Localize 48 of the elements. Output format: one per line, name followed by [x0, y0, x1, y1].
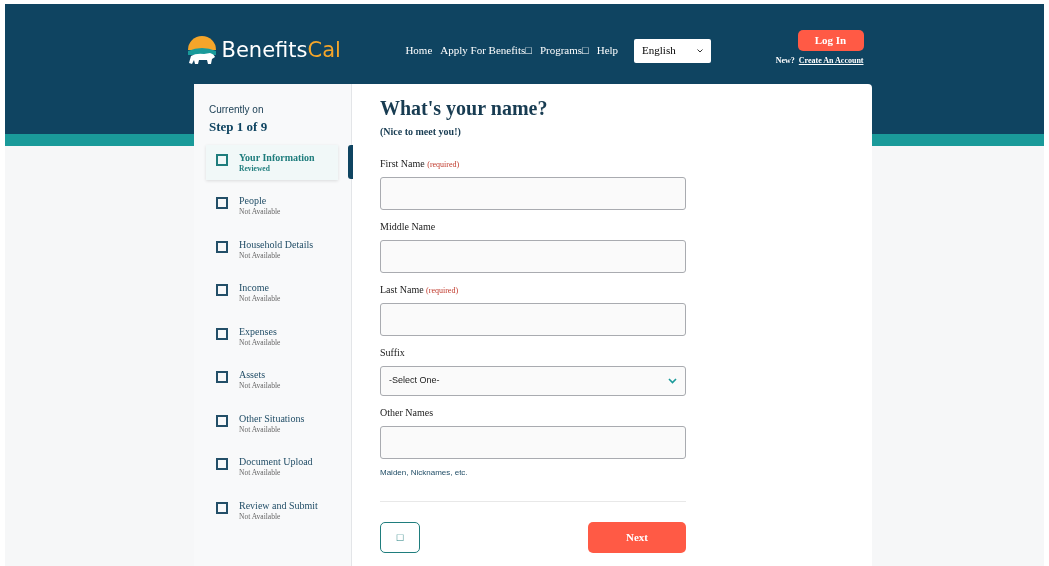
- checkbox-icon: [216, 371, 228, 383]
- input-field[interactable]: [380, 303, 686, 336]
- logo-icon: [185, 35, 218, 66]
- nav-link[interactable]: Help: [596, 42, 619, 59]
- form-title: What's your name?: [380, 96, 549, 120]
- step-name: Household Details: [239, 238, 314, 250]
- create-account-link[interactable]: Create An Account: [798, 55, 864, 67]
- required-note: (required): [427, 160, 460, 169]
- checkbox-icon: [216, 458, 228, 470]
- step-name: People: [239, 195, 268, 206]
- checkbox-icon: [216, 197, 228, 209]
- input-field[interactable]: [380, 240, 686, 273]
- step-name: Your Information: [239, 151, 315, 163]
- caret-icon: [697, 48, 704, 53]
- checkbox-icon: [216, 153, 228, 166]
- field-label: Other Names: [380, 407, 434, 418]
- checkbox-icon: [216, 284, 228, 296]
- nav-link[interactable]: Apply For Benefits□: [440, 42, 532, 59]
- input-field[interactable]: [380, 426, 686, 459]
- new-prompt: New?: [775, 55, 795, 67]
- required-note: (required): [426, 286, 459, 295]
- checkbox-icon: [216, 414, 228, 427]
- nav-link[interactable]: Programs□: [539, 42, 589, 59]
- step-indicator: Step 1 of 9: [208, 118, 269, 136]
- checkbox-icon: [216, 501, 228, 514]
- step-name: Other Situations: [239, 412, 305, 424]
- checkbox-icon: [216, 327, 228, 340]
- progress-caption: Currently on: [208, 103, 265, 117]
- back-button[interactable]: □: [380, 522, 420, 553]
- language-select[interactable]: English: [634, 38, 712, 63]
- field-hint: Maiden, Nicknames, etc.: [380, 467, 469, 479]
- field-label: Last Name: [380, 284, 424, 295]
- step-name: Review and Submit: [239, 499, 318, 511]
- step-name: Income: [239, 282, 270, 293]
- form-subtitle: (Nice to meet you!): [380, 125, 462, 139]
- step-name: Assets: [239, 369, 267, 380]
- field-label: Suffix: [380, 347, 405, 358]
- field-label: First Name: [380, 158, 425, 169]
- nav-link[interactable]: Home: [405, 42, 433, 59]
- field-label: Middle Name: [380, 221, 436, 232]
- select-field[interactable]: -Select One-: [380, 366, 686, 396]
- checkbox-icon: [216, 240, 228, 253]
- chevron-down-icon: [668, 378, 677, 384]
- step-name: Document Upload: [239, 456, 313, 467]
- input-field[interactable]: [380, 177, 686, 210]
- step-name: Expenses: [239, 325, 278, 337]
- logo-text: BenefitsCal: [221, 36, 341, 64]
- current-step-marker: [348, 144, 353, 179]
